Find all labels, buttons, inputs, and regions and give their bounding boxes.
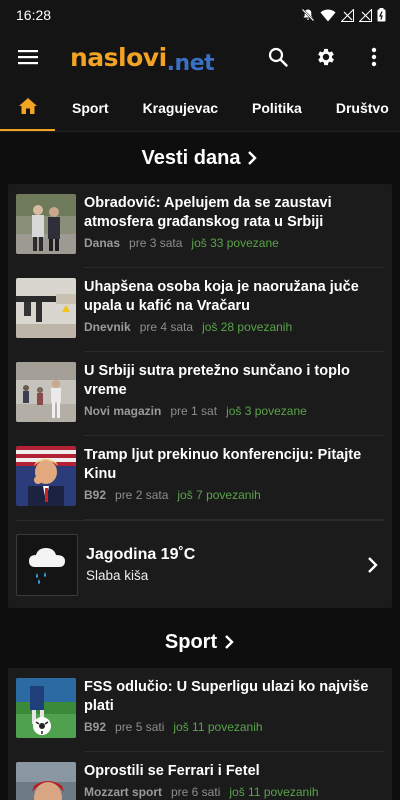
hamburger-menu-icon (18, 50, 38, 65)
section-header-vesti-dana[interactable]: Vesti dana (0, 132, 400, 184)
related-count-link[interactable]: još 11 povezanih (229, 785, 318, 799)
news-title: FSS odlučio: U Superligu ulazi ko najviš… (84, 679, 369, 714)
tab-sport[interactable]: Sport (55, 84, 126, 131)
news-time: pre 2 sata (115, 488, 169, 502)
weather-icon-box (16, 533, 78, 596)
news-title: Tramp ljut prekinuo konferenciju: Pitajt… (84, 447, 362, 482)
news-item[interactable]: Obradović: Apelujem da se zaustavi atmos… (8, 184, 392, 268)
more-options-button[interactable] (360, 43, 388, 71)
sport-news-card: FSS odlučio: U Superligu ulazi ko najviš… (8, 668, 392, 800)
related-count-link[interactable]: još 7 povezanih (177, 488, 260, 502)
news-time: pre 4 sata (139, 320, 194, 334)
logo-part-naslovi: naslovi (70, 42, 167, 72)
news-source: B92 (84, 488, 107, 502)
related-count-link[interactable]: još 11 povezanih (173, 720, 262, 734)
status-bar: 16:28 (0, 0, 400, 30)
gear-icon (318, 48, 334, 66)
news-item[interactable]: U Srbiji sutra pretežno sunčano i toplo … (8, 352, 392, 436)
news-item[interactable]: FSS odlučio: U Superligu ulazi ko najviš… (8, 668, 392, 752)
section-header-sport[interactable]: Sport (0, 616, 400, 668)
notifications-off-icon (301, 8, 315, 22)
news-source: Danas (84, 236, 121, 250)
news-time: pre 1 sat (170, 404, 218, 418)
news-time: pre 5 sati (115, 720, 165, 734)
news-title: U Srbiji sutra pretežno sunčano i toplo … (84, 363, 350, 398)
light-rain-icon (29, 547, 65, 584)
search-icon (268, 47, 288, 67)
news-time: pre 3 sata (129, 236, 183, 250)
tab-politika[interactable]: Politika (235, 84, 319, 131)
news-item[interactable]: Tramp ljut prekinuo konferenciju: Pitajt… (8, 436, 392, 520)
menu-button[interactable] (14, 43, 42, 71)
news-thumbnail (16, 678, 76, 738)
app-logo[interactable]: naslovi .net (70, 42, 215, 76)
home-icon (18, 98, 37, 114)
weather-city-temperature: Jagodina 19˚C (86, 546, 196, 563)
section-title: Vesti dana (141, 146, 241, 169)
news-title: Obradović: Apelujem da se zaustavi atmos… (84, 195, 332, 230)
category-tabs: Sport Kragujevac Politika Društvo El (0, 84, 400, 132)
chevron-right-icon (248, 151, 258, 165)
news-source: Mozzart sport (84, 785, 162, 799)
status-time: 16:28 (16, 7, 52, 23)
weather-description: Slaba kiša (86, 568, 149, 583)
related-count-link[interactable]: još 33 povezane (191, 236, 278, 250)
news-source: B92 (84, 720, 107, 734)
battery-icon (377, 8, 386, 22)
news-thumbnail (16, 278, 76, 338)
signal-2-icon (359, 8, 372, 22)
section-title: Sport (164, 630, 218, 653)
settings-button[interactable] (312, 43, 340, 71)
top-news-card: Obradović: Apelujem da se zaustavi atmos… (8, 184, 392, 608)
search-button[interactable] (264, 43, 292, 71)
weather-widget[interactable]: Jagodina 19˚C Slaba kiša (16, 520, 384, 608)
logo-part-net: .net (166, 50, 215, 76)
signal-icon (341, 8, 354, 22)
news-time: pre 6 sati (171, 785, 221, 799)
news-thumbnail (16, 446, 76, 506)
news-title: Oprostili se Ferrari i Fetel (84, 763, 260, 779)
news-item[interactable]: Uhapšena osoba koja je naoružana juče up… (8, 268, 392, 352)
news-thumbnail (16, 194, 76, 254)
related-count-link[interactable]: još 28 povezanih (202, 320, 292, 334)
tab-kragujevac[interactable]: Kragujevac (126, 84, 235, 131)
news-item[interactable]: Oprostili se Ferrari i Fetel Mozzart spo… (8, 752, 392, 800)
status-icons (301, 8, 386, 22)
news-thumbnail (16, 362, 76, 422)
chevron-right-icon (368, 556, 378, 573)
chevron-right-icon (225, 635, 234, 649)
news-source: Dnevnik (84, 320, 131, 334)
tab-drustvo[interactable]: Društvo (319, 84, 400, 131)
app-bar: naslovi .net (0, 30, 400, 84)
news-source: Novi magazin (84, 404, 162, 418)
news-thumbnail (16, 762, 76, 800)
news-title: Uhapšena osoba koja je naoružana juče up… (84, 279, 359, 314)
wifi-icon (320, 9, 336, 21)
more-vertical-icon (371, 47, 377, 67)
related-count-link[interactable]: još 3 povezane (226, 404, 307, 418)
tab-home[interactable] (0, 84, 55, 131)
